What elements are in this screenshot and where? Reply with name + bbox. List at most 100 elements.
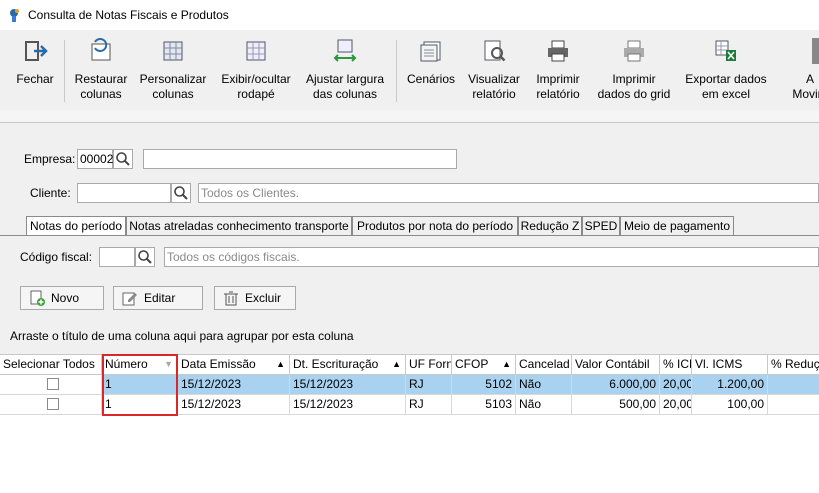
cell-pct-icms: 20,00: [660, 395, 692, 415]
restore-columns-label: Restaurar colunas: [74, 72, 128, 101]
toggle-footer-button[interactable]: Exibir/ocultar rodapé: [214, 30, 298, 110]
select-cell: [0, 375, 102, 395]
adjust-width-label: Ajustar largura das colunas: [305, 72, 385, 101]
cell-valor-contabil: 6.000,00: [572, 375, 660, 395]
restore-columns-button[interactable]: Restaurar colunas: [70, 30, 132, 110]
column-header-uf[interactable]: UF Forn: [406, 355, 452, 375]
restore-columns-icon: [91, 38, 111, 61]
new-button[interactable]: Novo: [20, 286, 104, 310]
column-header-vl-icms[interactable]: Vl. ICMS: [692, 355, 768, 375]
new-button-label: Novo: [51, 291, 80, 305]
print-report-label: Imprimir relatório: [536, 72, 580, 101]
tab-sped[interactable]: SPED: [582, 216, 620, 236]
cell-valor-contabil: 500,00: [572, 395, 660, 415]
title-bar: Consulta de Notas Fiscais e Produtos -: [0, 0, 819, 30]
column-header-valor-contabil[interactable]: Valor Contábil: [572, 355, 660, 375]
tab-notas-atreladas[interactable]: Notas atreladas conhecimento transporte: [126, 216, 352, 236]
codigo-fiscal-label: Código fiscal:: [20, 250, 93, 264]
cell-dt-escrituracao: 15/12/2023: [290, 375, 406, 395]
cell-uf: RJ: [406, 395, 452, 415]
edit-icon: [122, 292, 137, 306]
numero-column-highlight: [102, 354, 178, 416]
column-header-cancelada[interactable]: Cancelad: [516, 355, 572, 375]
exit-icon: [25, 41, 48, 61]
view-report-label: Visualizar relatório: [468, 72, 520, 101]
toggle-footer-label: Exibir/ocultar rodapé: [221, 72, 291, 101]
cell-uf: RJ: [406, 375, 452, 395]
empresa-name-field[interactable]: [143, 149, 457, 169]
column-header-cfop[interactable]: CFOP ▲: [452, 355, 516, 375]
cliente-code-field[interactable]: [77, 183, 171, 203]
title-redacted-area: [232, 6, 528, 22]
export-excel-label: Exportar dados em excel: [685, 72, 767, 101]
view-report-button[interactable]: Visualizar relatório: [466, 30, 522, 110]
cell-cancelada: Não: [516, 395, 572, 415]
column-header-data-emissao[interactable]: Data Emissão ▲: [178, 355, 290, 375]
close-button-label: Fechar: [16, 72, 54, 86]
customize-columns-icon: [163, 41, 183, 61]
column-header-pct-reducao[interactable]: % Reduçã: [768, 355, 819, 375]
cell-data-emissao: 15/12/2023: [178, 395, 290, 415]
column-width-icon: [333, 39, 357, 62]
print-grid-button[interactable]: Imprimir dados do grid: [596, 30, 672, 110]
close-button[interactable]: Fechar: [12, 30, 58, 110]
column-header-data-emissao-label: Data Emissão: [181, 357, 256, 371]
customize-columns-button[interactable]: Personalizar colunas: [138, 30, 208, 110]
column-header-pct-icms[interactable]: % ICN: [660, 355, 692, 375]
print-grid-icon: [624, 40, 644, 62]
tab-meio-pagamento[interactable]: Meio de pagamento: [620, 216, 734, 236]
cell-dt-escrituracao: 15/12/2023: [290, 395, 406, 415]
column-header-dt-escrituracao-label: Dt. Escrituração: [293, 357, 379, 371]
cell-pct-reducao: [768, 375, 819, 395]
print-report-button[interactable]: Imprimir relatório: [530, 30, 586, 110]
sort-ascending-icon: ▲: [502, 359, 511, 369]
cell-vl-icms: 1.200,00: [692, 375, 768, 395]
tab-reducao-z[interactable]: Redução Z: [518, 216, 582, 236]
tab-divider: [0, 235, 819, 236]
cliente-label: Cliente:: [30, 186, 71, 200]
codigo-fiscal-field[interactable]: [99, 247, 135, 267]
trash-icon: [224, 291, 238, 306]
cell-pct-reducao: [768, 395, 819, 415]
toolbar: Fechar Restaurar colunas Personalizar co…: [0, 30, 819, 110]
scenarios-button[interactable]: Cenários: [404, 30, 458, 110]
codigo-fiscal-description-field[interactable]: Todos os códigos fiscais.: [164, 247, 819, 267]
edit-button[interactable]: Editar: [113, 286, 203, 310]
customize-columns-label: Personalizar colunas: [139, 72, 207, 101]
empresa-code-field[interactable]: 00002: [77, 149, 113, 169]
print-grid-label: Imprimir dados do grid: [597, 72, 671, 101]
export-excel-button[interactable]: Exportar dados em excel: [680, 30, 772, 110]
more-icon: [812, 38, 819, 64]
row-checkbox[interactable]: [47, 398, 59, 410]
cell-data-emissao: 15/12/2023: [178, 375, 290, 395]
new-document-icon: [30, 290, 45, 306]
cliente-name-field[interactable]: Todos os Clientes.: [198, 183, 819, 203]
delete-button-label: Excluir: [245, 291, 282, 305]
toolbar-separator: [396, 40, 397, 102]
excel-export-icon: [715, 40, 736, 61]
scenarios-icon: [420, 41, 441, 62]
empresa-label: Empresa:: [24, 152, 76, 166]
row-checkbox[interactable]: [47, 378, 59, 390]
delete-button[interactable]: Excluir: [214, 286, 296, 310]
tab-notas-periodo[interactable]: Notas do período: [26, 216, 126, 236]
empresa-search-button[interactable]: [113, 149, 133, 169]
cell-cfop: 5103: [452, 395, 516, 415]
column-header-cfop-label: CFOP: [455, 357, 489, 371]
window-title: Consulta de Notas Fiscais e Produtos -: [28, 8, 237, 22]
column-header-select-all[interactable]: Selecionar Todos: [0, 355, 102, 375]
sort-ascending-icon: ▲: [392, 359, 401, 369]
tab-bar: Notas do período Notas atreladas conheci…: [0, 216, 819, 236]
cliente-search-button[interactable]: [171, 183, 191, 203]
codigo-fiscal-search-button[interactable]: [135, 247, 155, 267]
select-cell: [0, 395, 102, 415]
adjust-width-button[interactable]: Ajustar largura das colunas: [302, 30, 388, 110]
tab-produtos-nota[interactable]: Produtos por nota do período: [352, 216, 518, 236]
footer-toggle-icon: [246, 41, 266, 61]
scenarios-label: Cenários: [406, 72, 456, 86]
app-icon: [10, 9, 19, 22]
column-header-dt-escrituracao[interactable]: Dt. Escrituração ▲: [290, 355, 406, 375]
cell-pct-icms: 20,00: [660, 375, 692, 395]
toolbar-separator: [64, 40, 65, 102]
edit-button-label: Editar: [144, 291, 176, 305]
